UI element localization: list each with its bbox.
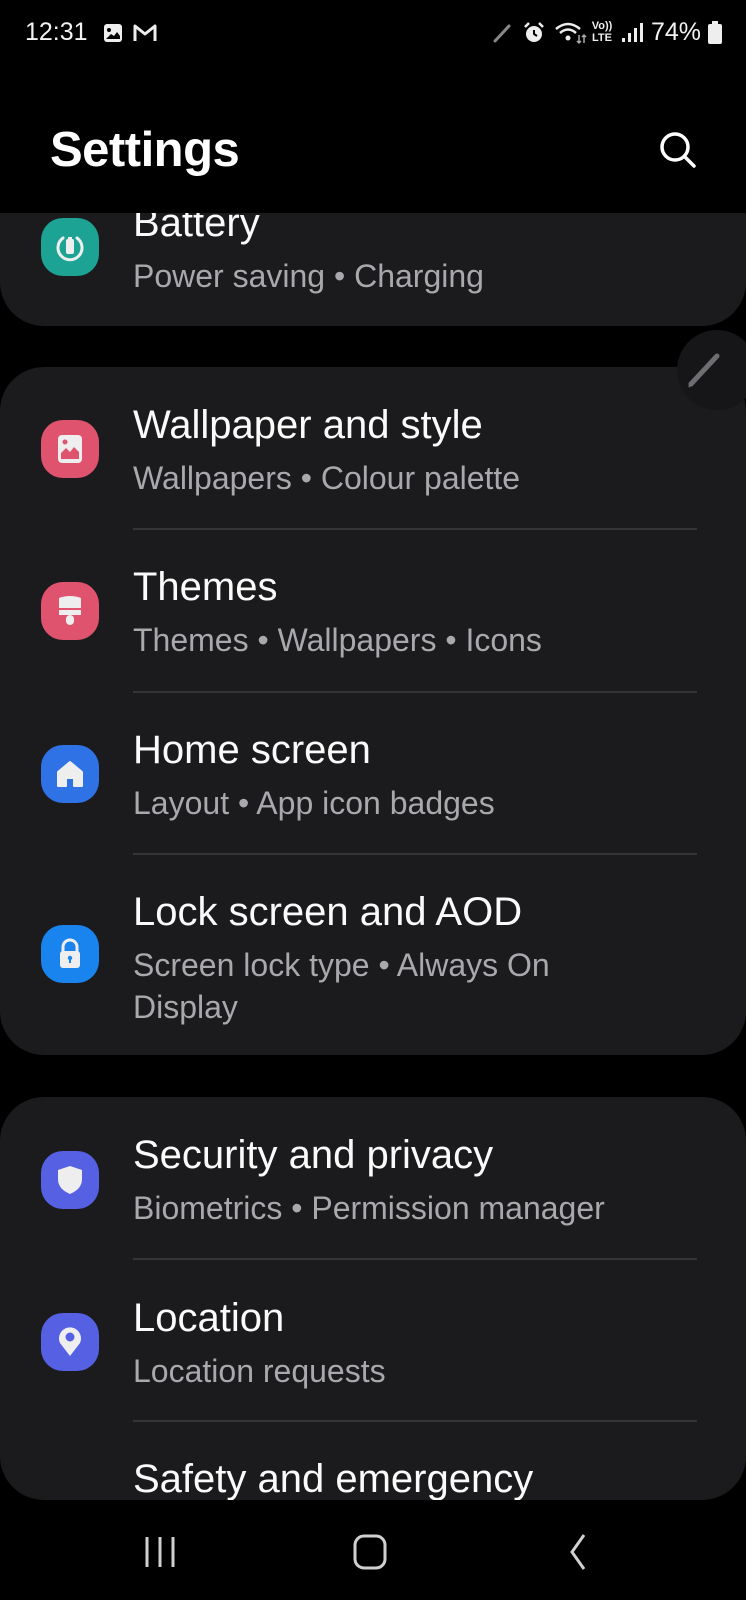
settings-group-battery: Battery Power saving • Charging <box>0 213 746 326</box>
settings-item-themes[interactable]: Themes Themes • Wallpapers • Icons <box>0 530 746 693</box>
item-title: Themes <box>133 565 278 609</box>
item-title: Wallpaper and style <box>133 403 483 447</box>
battery-settings-icon <box>41 218 99 276</box>
settings-item-home-screen[interactable]: Home screen Layout • App icon badges <box>0 693 746 855</box>
settings-group-security: Security and privacy Biometrics • Permis… <box>0 1097 746 1500</box>
page-title: Settings <box>50 123 240 177</box>
item-subtitle: Biometrics • Permission manager <box>133 1190 605 1226</box>
battery-icon <box>708 21 722 44</box>
item-subtitle: Screen lock type • Always On Display <box>133 947 550 1025</box>
item-title: Location <box>133 1296 285 1340</box>
divider <box>133 1420 697 1422</box>
home-button-icon[interactable] <box>340 1528 400 1578</box>
item-subtitle: Location requests <box>133 1353 386 1389</box>
item-title: Safety and emergency <box>133 1457 534 1500</box>
item-subtitle: Layout • App icon badges <box>133 785 495 821</box>
pen-icon <box>493 24 511 43</box>
search-icon[interactable] <box>656 128 700 172</box>
wallpaper-icon <box>41 420 99 478</box>
settings-list[interactable]: Battery Power saving • Charging Wallpape… <box>0 213 746 1500</box>
recents-icon[interactable] <box>131 1528 191 1578</box>
item-subtitle: Themes • Wallpapers • Icons <box>133 622 542 658</box>
home-icon <box>41 745 99 803</box>
gallery-notification-icon <box>104 24 122 42</box>
status-time: 12:31 <box>25 18 88 46</box>
item-subtitle: Power saving • Charging <box>133 258 484 294</box>
item-title: Battery <box>133 213 260 245</box>
item-title: Lock screen and AOD <box>133 890 523 934</box>
settings-item-security[interactable]: Security and privacy Biometrics • Permis… <box>0 1097 746 1260</box>
settings-item-wallpaper[interactable]: Wallpaper and style Wallpapers • Colour … <box>0 367 746 530</box>
alarm-icon <box>524 22 544 42</box>
status-bar: 12:31 Vo)) LTE 74% <box>0 0 746 66</box>
settings-item-lock-screen[interactable]: Lock screen and AOD Screen lock type • A… <box>0 855 746 1055</box>
item-subtitle: Wallpapers • Colour palette <box>133 460 521 496</box>
settings-group-appearance: Wallpaper and style Wallpapers • Colour … <box>0 367 746 1055</box>
wifi-icon <box>555 22 587 45</box>
gmail-icon <box>133 24 157 41</box>
paintbrush-icon <box>41 582 99 640</box>
battery-percent: 74% <box>651 18 702 46</box>
item-title: Security and privacy <box>133 1133 494 1177</box>
shield-icon <box>41 1151 99 1209</box>
item-title: Home screen <box>133 728 371 772</box>
volte-icon: Vo)) LTE <box>591 20 613 44</box>
navigation-bar <box>0 1500 746 1600</box>
settings-item-battery[interactable]: Battery Power saving • Charging <box>0 213 746 326</box>
back-icon[interactable] <box>548 1528 608 1578</box>
settings-item-safety[interactable]: Safety and emergency <box>0 1423 746 1500</box>
location-pin-icon <box>41 1313 99 1371</box>
settings-item-location[interactable]: Location Location requests <box>0 1260 746 1422</box>
signal-icon <box>622 23 643 42</box>
pencil-icon <box>688 353 720 388</box>
lock-icon <box>41 925 99 983</box>
